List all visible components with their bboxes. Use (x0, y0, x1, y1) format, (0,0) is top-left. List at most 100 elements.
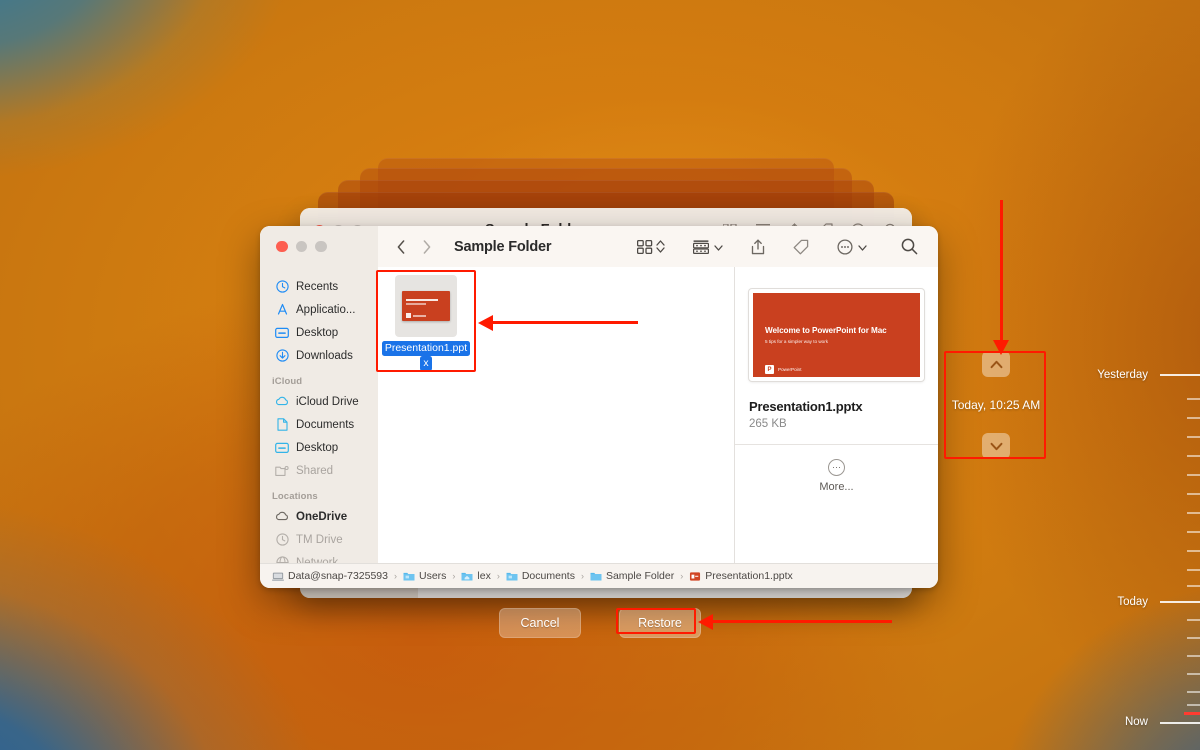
timeline-tick-yesterday[interactable] (1160, 374, 1200, 376)
sidebar-item-network[interactable]: Network (265, 551, 373, 563)
sidebar-item-desktop[interactable]: Desktop (265, 321, 373, 344)
path-segment-sample-folder[interactable]: Sample Folder (590, 570, 674, 582)
path-segment-file[interactable]: Presentation1.pptx (689, 570, 793, 582)
globe-icon (275, 556, 289, 563)
folder-icon (590, 572, 602, 580)
timeline-tick[interactable] (1187, 455, 1200, 457)
desktop-icon (275, 441, 289, 455)
chevron-down-icon (990, 442, 1002, 450)
timeline-tick-now[interactable] (1160, 722, 1200, 724)
search-button[interactable] (895, 234, 924, 260)
timeline-tick[interactable] (1187, 531, 1200, 533)
sidebar-item-onedrive[interactable]: OneDrive (265, 505, 373, 528)
path-segment-volume[interactable]: Data@snap-7325593 (272, 570, 388, 582)
tag-icon (793, 239, 809, 254)
sidebar-item-desktop-icloud[interactable]: Desktop (265, 436, 373, 459)
timeline-tick-current[interactable] (1184, 712, 1200, 715)
time-machine-timeline[interactable]: Yesterday Today Now (1080, 0, 1200, 750)
timeline-tick[interactable] (1187, 417, 1200, 419)
more-actions-button[interactable] (831, 234, 873, 260)
folder-icon (506, 572, 518, 580)
timeline-tick[interactable] (1187, 436, 1200, 438)
sidebar-item-tm-drive[interactable]: TM Drive (265, 528, 373, 551)
path-label: Users (418, 570, 447, 582)
file-grid-area[interactable]: Presentation1.ppt x (378, 267, 735, 563)
path-label: lex (477, 570, 491, 582)
close-button-icon[interactable] (276, 240, 288, 253)
timeline-label-yesterday: Yesterday (1097, 369, 1148, 381)
minimize-button-icon[interactable] (295, 240, 307, 253)
more-chevron-icon (858, 238, 867, 256)
sidebar-item-documents[interactable]: Documents (265, 413, 373, 436)
finder-titlebar: Sample Folder (260, 226, 938, 267)
maximize-button-icon[interactable] (315, 240, 327, 253)
time-machine-nav: Today, 10:25 AM (946, 351, 1046, 459)
sort-chevrons-icon (656, 240, 665, 253)
timeline-tick[interactable] (1187, 619, 1200, 621)
ellipsis-circle-icon: ⋯ (828, 459, 845, 476)
preview-pane: Welcome to PowerPoint for Mac 5 tips for… (735, 267, 938, 563)
timeline-tick[interactable] (1187, 474, 1200, 476)
file-item-presentation1[interactable]: Presentation1.ppt x (381, 275, 471, 371)
tag-button[interactable] (787, 234, 815, 260)
document-icon (275, 418, 289, 432)
more-actions-icon (837, 238, 853, 255)
sidebar-label: Documents (296, 418, 355, 431)
finder-toolbar: Sample Folder (378, 226, 938, 267)
timeline-tick[interactable] (1187, 550, 1200, 552)
path-segment-users[interactable]: Users (403, 570, 446, 582)
window-title: Sample Folder (454, 238, 552, 255)
cancel-button[interactable]: Cancel (499, 608, 581, 638)
forward-button[interactable] (414, 234, 440, 260)
snapshot-date-label: Today, 10:25 AM (951, 398, 1041, 412)
timeline-rail[interactable] (1160, 0, 1200, 750)
timeline-tick[interactable] (1187, 585, 1200, 587)
group-by-button[interactable] (687, 234, 729, 260)
path-segment-documents[interactable]: Documents (506, 570, 575, 582)
chevron-right-icon (423, 239, 431, 254)
powerpoint-file-icon (402, 291, 450, 321)
snapshot-next-button[interactable] (982, 433, 1010, 459)
timeline-tick[interactable] (1187, 691, 1200, 693)
sidebar-label: iCloud Drive (296, 395, 359, 408)
search-icon (901, 238, 918, 255)
timeline-tick[interactable] (1187, 637, 1200, 639)
preview-more-button[interactable]: ⋯ More... (735, 445, 938, 563)
sidebar-item-applications[interactable]: Applicatio... (265, 298, 373, 321)
sidebar-item-icloud-drive[interactable]: iCloud Drive (265, 390, 373, 413)
timeline-tick[interactable] (1187, 493, 1200, 495)
timeline-tick[interactable] (1187, 398, 1200, 400)
path-separator: › (580, 571, 584, 581)
sidebar-label: Recents (296, 280, 339, 293)
sidebar-section-icloud: iCloud (272, 376, 303, 387)
drive-icon (272, 572, 284, 581)
timeline-tick[interactable] (1187, 673, 1200, 675)
path-separator: › (680, 571, 684, 581)
share-button[interactable] (745, 234, 771, 260)
timeline-tick[interactable] (1187, 569, 1200, 571)
timeline-tick[interactable] (1187, 704, 1200, 706)
timeline-label-now: Now (1124, 716, 1148, 728)
powerpoint-logo-text: PowerPoint (778, 367, 802, 372)
path-label: Presentation1.pptx (705, 570, 793, 582)
sidebar-item-recents[interactable]: Recents (265, 275, 373, 298)
timeline-tick-today[interactable] (1160, 601, 1200, 603)
back-button[interactable] (388, 234, 414, 260)
sidebar-label: Applicatio... (296, 303, 356, 316)
preview-slide-title: Welcome to PowerPoint for Mac (765, 326, 887, 335)
sidebar-item-downloads[interactable]: Downloads (265, 344, 373, 367)
sidebar-item-shared[interactable]: Shared (265, 459, 373, 482)
path-label: Documents (521, 570, 575, 582)
path-label: Sample Folder (605, 570, 675, 582)
timeline-tick[interactable] (1187, 655, 1200, 657)
restore-button[interactable]: Restore (619, 608, 701, 638)
path-segment-lex[interactable]: lex (461, 570, 491, 582)
path-separator: › (496, 571, 500, 581)
finder-window[interactable]: Sample Folder Recents Applicatio... Desk… (260, 226, 938, 588)
snapshot-previous-button[interactable] (982, 351, 1010, 377)
group-chevron-icon (714, 238, 723, 256)
clock-icon (275, 533, 289, 547)
grid-view-button[interactable] (631, 234, 671, 260)
desktop-icon (275, 326, 289, 340)
timeline-tick[interactable] (1187, 512, 1200, 514)
